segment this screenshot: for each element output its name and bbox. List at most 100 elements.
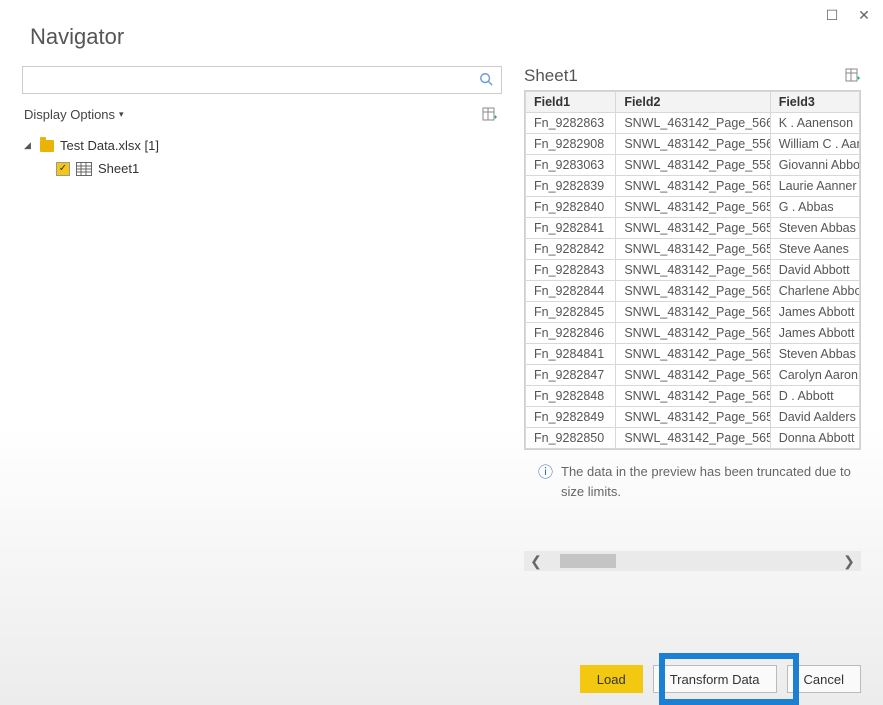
column-header[interactable]: Field3 bbox=[770, 92, 859, 113]
table-row[interactable]: Fn_9282842SNWL_483142_Page_5658Steve Aan… bbox=[526, 239, 860, 260]
horizontal-scrollbar[interactable]: ❮ ❯ bbox=[524, 551, 861, 571]
table-header-row: Field1 Field2 Field3 bbox=[526, 92, 860, 113]
table-cell: SNWL_483142_Page_5658 bbox=[616, 197, 770, 218]
table-row[interactable]: Fn_9282839SNWL_483142_Page_5658Laurie Aa… bbox=[526, 176, 860, 197]
preview-table: Field1 Field2 Field3 Fn_9282863SNWL_4631… bbox=[525, 91, 860, 449]
table-row[interactable]: Fn_9284841SNWL_483142_Page_5658Steven Ab… bbox=[526, 344, 860, 365]
table-cell: Carolyn Aaron bbox=[770, 365, 859, 386]
table-icon bbox=[76, 162, 92, 176]
table-cell: SNWL_483142_Page_5659 bbox=[616, 386, 770, 407]
table-cell: Fn_9284841 bbox=[526, 344, 616, 365]
dialog-buttons: Load Transform Data Cancel bbox=[580, 665, 861, 693]
table-cell: James Abbott bbox=[770, 302, 859, 323]
table-cell: Fn_9282841 bbox=[526, 218, 616, 239]
table-cell: SNWL_483142_Page_5659 bbox=[616, 407, 770, 428]
table-row[interactable]: Fn_9282908SNWL_483142_Page_5567William C… bbox=[526, 134, 860, 155]
search-box[interactable] bbox=[22, 66, 502, 94]
table-row[interactable]: Fn_9283063SNWL_483142_Page_5588Giovanni … bbox=[526, 155, 860, 176]
table-cell: SNWL_483142_Page_5658 bbox=[616, 323, 770, 344]
search-input[interactable] bbox=[31, 73, 479, 88]
table-cell: Fn_9282847 bbox=[526, 365, 616, 386]
sheet-checkbox[interactable]: ✓ bbox=[56, 162, 70, 176]
table-row[interactable]: Fn_9282845SNWL_483142_Page_5658James Abb… bbox=[526, 302, 860, 323]
table-cell: SNWL_483142_Page_5658 bbox=[616, 281, 770, 302]
table-cell: Giovanni Abbo bbox=[770, 155, 859, 176]
column-header[interactable]: Field1 bbox=[526, 92, 616, 113]
navigator-tree: ◢ Test Data.xlsx [1] ✓ Sheet1 bbox=[22, 134, 502, 180]
table-cell: Fn_9282839 bbox=[526, 176, 616, 197]
table-cell: Fn_9282908 bbox=[526, 134, 616, 155]
table-cell: Fn_9282848 bbox=[526, 386, 616, 407]
table-cell: SNWL_483142_Page_5658 bbox=[616, 176, 770, 197]
table-cell: Fn_9282842 bbox=[526, 239, 616, 260]
table-cell: SNWL_483142_Page_5567 bbox=[616, 134, 770, 155]
truncation-info: ⓘ The data in the preview has been trunc… bbox=[524, 450, 861, 501]
dialog-title: Navigator bbox=[0, 0, 883, 66]
table-cell: SNWL_483142_Page_5658 bbox=[616, 344, 770, 365]
table-row[interactable]: Fn_9282863SNWL_463142_Page_5661K . Aanen… bbox=[526, 113, 860, 134]
info-icon: ⓘ bbox=[538, 462, 553, 501]
window-controls: ☐ ✕ bbox=[825, 8, 871, 22]
table-row[interactable]: Fn_9282843SNWL_483142_Page_5658David Abb… bbox=[526, 260, 860, 281]
table-cell: Fn_9282844 bbox=[526, 281, 616, 302]
table-cell: SNWL_483142_Page_5658 bbox=[616, 239, 770, 260]
table-row[interactable]: Fn_9282844SNWL_483142_Page_5658Charlene … bbox=[526, 281, 860, 302]
table-cell: SNWL_483142_Page_5588 bbox=[616, 155, 770, 176]
transform-data-button[interactable]: Transform Data bbox=[653, 665, 777, 693]
table-row[interactable]: Fn_9282847SNWL_483142_Page_5659Carolyn A… bbox=[526, 365, 860, 386]
table-cell: Fn_9282863 bbox=[526, 113, 616, 134]
scroll-left-icon[interactable]: ❮ bbox=[524, 553, 548, 570]
table-cell: Charlene Abbo bbox=[770, 281, 859, 302]
table-cell: Fn_9282849 bbox=[526, 407, 616, 428]
table-cell: SNWL_463142_Page_5661 bbox=[616, 113, 770, 134]
table-cell: David Aalders bbox=[770, 407, 859, 428]
table-refresh-icon[interactable] bbox=[845, 67, 861, 86]
display-options-dropdown[interactable]: Display Options ▾ bbox=[24, 107, 124, 122]
table-cell: Fn_9282843 bbox=[526, 260, 616, 281]
table-cell: G . Abbas bbox=[770, 197, 859, 218]
preview-title: Sheet1 bbox=[524, 66, 578, 86]
table-cell: Steve Aanes bbox=[770, 239, 859, 260]
tree-file-label: Test Data.xlsx [1] bbox=[60, 138, 159, 153]
chevron-down-icon: ▾ bbox=[119, 109, 124, 120]
table-cell: William C . Aar bbox=[770, 134, 859, 155]
table-refresh-icon[interactable] bbox=[482, 106, 498, 122]
table-row[interactable]: Fn_9282841SNWL_483142_Page_5658Steven Ab… bbox=[526, 218, 860, 239]
maximize-icon[interactable]: ☐ bbox=[825, 8, 839, 22]
close-icon[interactable]: ✕ bbox=[857, 8, 871, 22]
table-cell: Steven Abbas bbox=[770, 344, 859, 365]
scroll-thumb[interactable] bbox=[560, 554, 616, 568]
cancel-button[interactable]: Cancel bbox=[787, 665, 861, 693]
tree-sheet-item[interactable]: ✓ Sheet1 bbox=[22, 157, 502, 180]
table-row[interactable]: Fn_9282849SNWL_483142_Page_5659David Aal… bbox=[526, 407, 860, 428]
table-row[interactable]: Fn_9282848SNWL_483142_Page_5659D . Abbot… bbox=[526, 386, 860, 407]
table-cell: SNWL_483142_Page_5659 bbox=[616, 428, 770, 449]
info-text: The data in the preview has been truncat… bbox=[561, 462, 859, 501]
table-cell: SNWL_483142_Page_5658 bbox=[616, 218, 770, 239]
table-row[interactable]: Fn_9282840SNWL_483142_Page_5658G . Abbas bbox=[526, 197, 860, 218]
load-button[interactable]: Load bbox=[580, 665, 643, 693]
preview-pane: Sheet1 Field1 Field2 Field3 Fn_9282863SN… bbox=[524, 66, 861, 571]
display-options-label: Display Options bbox=[24, 107, 115, 122]
tree-file-item[interactable]: ◢ Test Data.xlsx [1] bbox=[22, 134, 502, 157]
caret-down-icon: ◢ bbox=[24, 140, 34, 151]
folder-icon bbox=[40, 140, 54, 152]
table-cell: Fn_9282846 bbox=[526, 323, 616, 344]
table-cell: Fn_9282845 bbox=[526, 302, 616, 323]
table-cell: Laurie Aanner bbox=[770, 176, 859, 197]
table-cell: D . Abbott bbox=[770, 386, 859, 407]
table-cell: SNWL_483142_Page_5658 bbox=[616, 260, 770, 281]
table-row[interactable]: Fn_9282850SNWL_483142_Page_5659Donna Abb… bbox=[526, 428, 860, 449]
table-cell: Steven Abbas bbox=[770, 218, 859, 239]
scroll-right-icon[interactable]: ❯ bbox=[837, 553, 861, 570]
table-row[interactable]: Fn_9282846SNWL_483142_Page_5658James Abb… bbox=[526, 323, 860, 344]
navigator-left-pane: Display Options ▾ ◢ Test Data.xlsx [1] ✓… bbox=[22, 66, 502, 571]
search-icon[interactable] bbox=[479, 72, 493, 89]
table-cell: SNWL_483142_Page_5658 bbox=[616, 302, 770, 323]
table-cell: Donna Abbott bbox=[770, 428, 859, 449]
table-cell: Fn_9283063 bbox=[526, 155, 616, 176]
tree-sheet-label: Sheet1 bbox=[98, 161, 139, 176]
table-cell: David Abbott bbox=[770, 260, 859, 281]
column-header[interactable]: Field2 bbox=[616, 92, 770, 113]
table-cell: Fn_9282840 bbox=[526, 197, 616, 218]
